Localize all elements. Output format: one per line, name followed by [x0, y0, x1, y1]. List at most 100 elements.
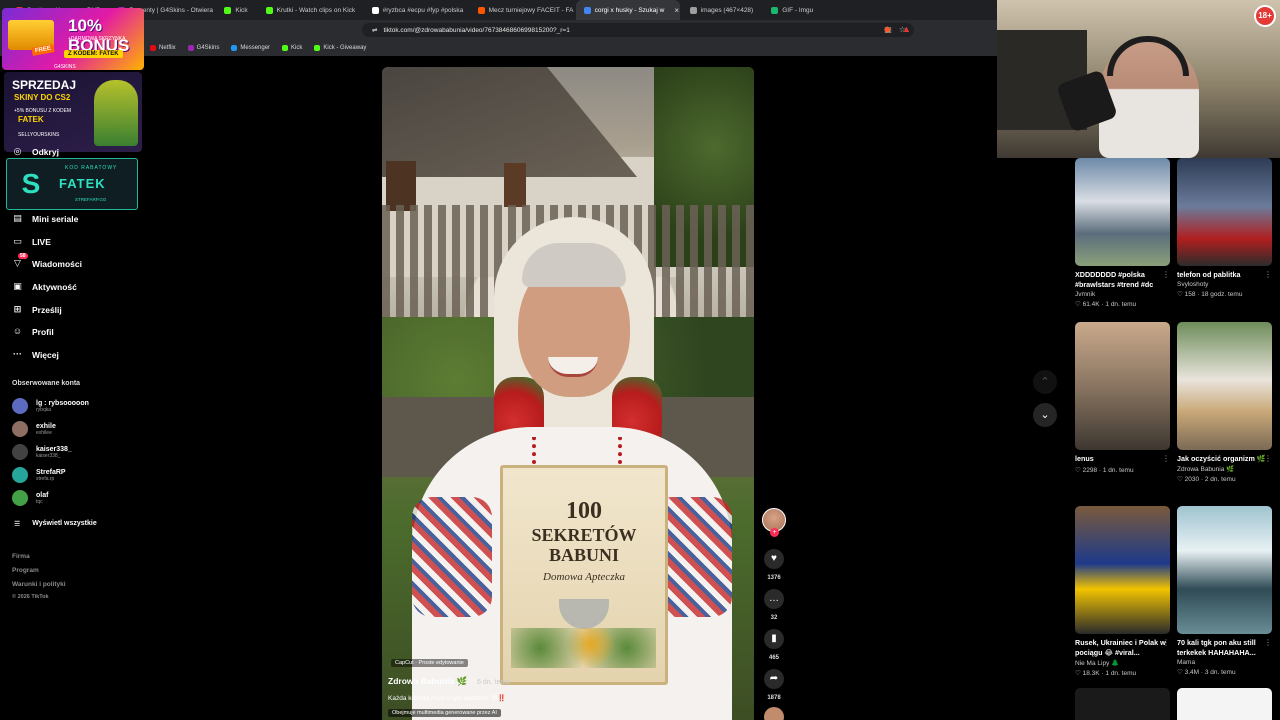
footer-link[interactable]: Program	[12, 567, 39, 574]
related-video-card[interactable]: telefon od pablitka Svyloshoty ♡ 158 · 18 …	[1177, 158, 1272, 298]
tab-label: #ryzbca #ecpu #fyp #polska	[382, 6, 464, 14]
close-tab-icon[interactable]: ×	[674, 6, 679, 15]
more-options-icon[interactable]: ⋮	[1264, 270, 1272, 279]
video-thumbnail[interactable]	[1177, 322, 1272, 450]
previous-video-button[interactable]: ⌃	[1033, 370, 1057, 394]
video-thumbnail[interactable]	[1075, 688, 1170, 720]
sidebar-item-label: Profil	[32, 326, 54, 337]
sidebar-item-label: Wiadomości	[32, 258, 82, 269]
sidebar-item-wiadomości[interactable]: ▽ Wiadomości 58	[12, 253, 82, 269]
video-stats: ♡ 158 · 18 godz. temu	[1177, 291, 1243, 298]
browser-tab[interactable]: Kick	[216, 0, 255, 20]
tab-label: Kick	[235, 6, 248, 14]
following-account[interactable]: kaiser338_ kaiser338_	[12, 444, 72, 460]
browser-tab[interactable]: Krutki - Watch clips on Kick	[258, 0, 362, 20]
sidebar-item-odkryj[interactable]: ◎ Odkryj	[12, 146, 59, 157]
address-bar[interactable]: ⇌ tiktok.com/@zdrowababunia/video/767384…	[362, 23, 914, 37]
footer-link[interactable]: Firma	[12, 553, 30, 560]
video-title[interactable]: Jak oczyścić organizm 🌿	[1177, 454, 1272, 464]
video-title[interactable]: lenus	[1075, 454, 1170, 464]
video-title[interactable]: 70 kali tgk pon aku still terkekek HAHAH…	[1177, 638, 1272, 658]
sidebar-item-label: Mini seriale	[32, 213, 79, 224]
video-author[interactable]: Mama	[1177, 659, 1272, 666]
author-name[interactable]: Zdrowa Babunia 🌿	[388, 676, 467, 686]
next-video-button[interactable]: ⌄	[1033, 403, 1057, 427]
herbs-illustration	[511, 628, 656, 668]
related-video-card[interactable]: 70 kali tgk pon aku still terkekek HAHAH…	[1177, 506, 1272, 676]
bookmark-label: G4Skins	[196, 45, 220, 51]
following-account[interactable]: olaf tqc	[12, 490, 48, 506]
share-icon[interactable]: ➦	[764, 669, 784, 689]
video-author[interactable]: Nie Ma Lipy 🌲	[1075, 659, 1170, 667]
related-video-card[interactable]: Jak oczyścić organizm 🌿 Zdrowa Babunia 🌿 ♡…	[1177, 322, 1272, 483]
mascot-image	[94, 80, 138, 146]
video-thumbnail[interactable]	[1177, 506, 1272, 634]
video-thumbnail[interactable]	[1075, 506, 1170, 634]
tab-label: images (467×428)	[700, 6, 754, 14]
video-thumbnail[interactable]	[1075, 158, 1170, 266]
avatar	[12, 444, 28, 460]
profile-icon: ☺	[12, 326, 23, 336]
sidebar-item-live[interactable]: ▭ LIVE	[12, 236, 51, 247]
bookmark-item[interactable]: Kick	[282, 45, 302, 51]
video-author[interactable]: Zdrowa Babunia 🌿 6 dn. temu	[388, 676, 510, 687]
brave-shield-icon[interactable]: ◆	[884, 24, 891, 35]
follow-plus-icon[interactable]: +	[770, 528, 779, 537]
bookmark-item[interactable]: Kick - Giveaway	[314, 45, 366, 51]
capcut-label[interactable]: CapCut · Proste edytowanie	[391, 659, 468, 667]
mortar-icon	[559, 599, 609, 629]
video-thumbnail[interactable]	[1075, 322, 1170, 450]
browser-tab[interactable]: Mecz turniejowy FACEIT - FA	[470, 0, 574, 20]
video-author[interactable]: Zdrowa Babunia 🌿	[1177, 465, 1272, 473]
show-all-button[interactable]: ☰ Wyświetl wszystkie	[14, 520, 97, 528]
more-options-icon[interactable]: ⋮	[1162, 638, 1170, 647]
browser-tab[interactable]: corgi x husky - Szukaj w ×	[575, 0, 680, 20]
bookmark-item[interactable]: Messenger	[231, 45, 270, 51]
browser-tab[interactable]: images (467×428)	[682, 0, 762, 20]
bookmark-label: Kick	[291, 45, 303, 51]
strefa-code: FATEK	[59, 176, 106, 191]
bookmark-icon[interactable]: ▮	[764, 629, 784, 649]
comment-icon[interactable]: …	[764, 589, 784, 609]
sidebar-item-prześlij[interactable]: ⊞ Prześlij	[12, 304, 62, 315]
bookmark-item[interactable]: Netflix	[150, 45, 176, 51]
video-title[interactable]: XDDDDDDD #polska #brawlstars #trend #dc	[1075, 270, 1170, 290]
account-handle: tqc	[36, 498, 43, 505]
more-options-icon[interactable]: ⋮	[1162, 454, 1170, 463]
related-video-card[interactable]: XDDDDDDD #polska #brawlstars #trend #dc J…	[1075, 158, 1170, 308]
video-thumbnail[interactable]	[1177, 688, 1272, 720]
browser-tab[interactable]: #ryzbca #ecpu #fyp #polska	[364, 0, 468, 20]
sidebar-item-aktywność[interactable]: ▣ Aktywność	[12, 281, 77, 292]
following-account[interactable]: exhile exhilee	[12, 421, 56, 437]
related-video-card[interactable]: lenus ♡ 2298 · 1 dn. temu ⋮	[1075, 322, 1170, 474]
more-options-icon[interactable]: ⋮	[1264, 454, 1272, 463]
bookmark-label: Messenger	[240, 45, 271, 51]
bookmark-item[interactable]: G4Skins	[187, 45, 220, 51]
extension-icon[interactable]: ▲	[902, 24, 911, 34]
heart-icon[interactable]: ♥	[764, 549, 784, 569]
site-info-icon[interactable]: ⇌	[372, 26, 377, 34]
book-subtitle: Domowa Apteczka	[543, 571, 625, 583]
sidebar-item-mini-seriale[interactable]: ▤ Mini seriale	[12, 213, 78, 224]
sidebar-item-profil[interactable]: ☺ Profil	[12, 326, 54, 337]
sound-avatar[interactable]	[764, 707, 784, 720]
video-author[interactable]: Svyloshoty	[1177, 281, 1272, 288]
footer-link[interactable]: Warunki i polityki	[12, 581, 66, 588]
more-options-icon[interactable]: ⋮	[1264, 638, 1272, 647]
video-title[interactable]: telefon od pablitka	[1177, 270, 1272, 280]
video-author[interactable]: Jvmnik	[1075, 291, 1170, 298]
video-title[interactable]: Rusek, Ukrainiec i Polak w pociągu 😂 #vi…	[1075, 638, 1170, 658]
activity-icon: ▣	[13, 281, 22, 291]
tab-favicon-icon	[583, 6, 591, 14]
video-player[interactable]: 100 SEKRETÓW BABUNI Domowa Apteczka	[382, 67, 754, 720]
window-scene	[504, 163, 526, 207]
video-caption: Każda kobieta musi o tym wiedzieć 😵‼️	[388, 695, 506, 702]
video-thumbnail[interactable]	[1177, 158, 1272, 266]
following-account[interactable]: StrefaRP strefa.rp	[12, 467, 66, 483]
related-video-card[interactable]: Rusek, Ukrainiec i Polak w pociągu 😂 #vi…	[1075, 506, 1170, 677]
browser-tab[interactable]: GIF - Imgu	[763, 0, 821, 20]
sidebar-item-więcej[interactable]: ··· Więcej	[12, 349, 59, 360]
more-options-icon[interactable]: ⋮	[1162, 270, 1170, 279]
following-account[interactable]: lg : rybsooooon rybqka	[12, 398, 89, 414]
following-title: Obserwowane konta	[12, 380, 81, 387]
